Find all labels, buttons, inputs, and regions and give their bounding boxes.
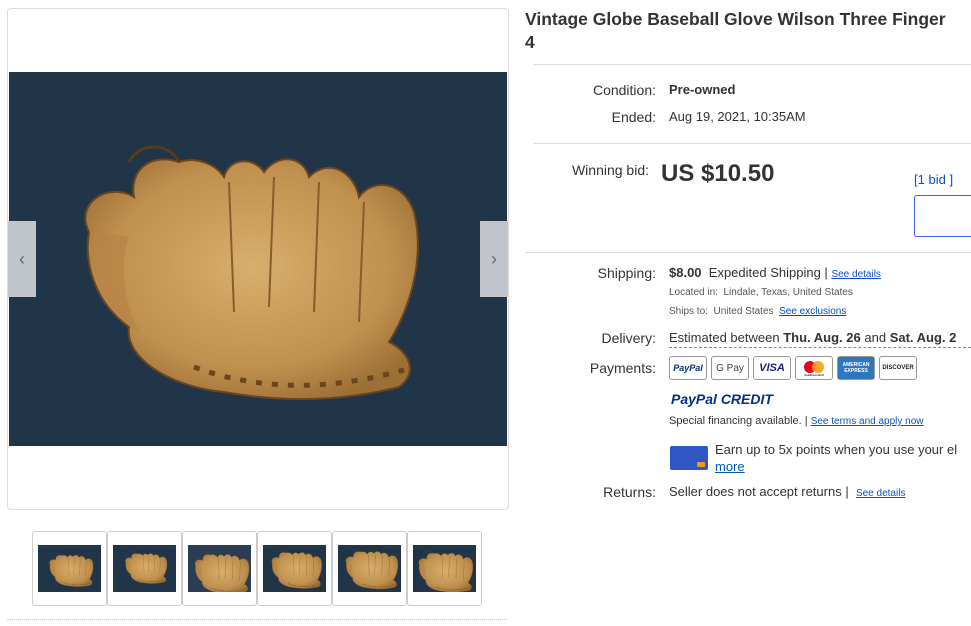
shipping-method: Expedited Shipping | <box>708 265 828 280</box>
paypal-logo: PayPal <box>669 356 707 380</box>
paypal-credit-logo: PayPal CREDIT <box>671 391 773 407</box>
more-link[interactable]: more <box>715 459 745 474</box>
thumbnail-1[interactable] <box>32 531 107 606</box>
see-exclusions-link[interactable]: See exclusions <box>779 306 846 317</box>
mastercard-icon: mastercard <box>804 361 824 377</box>
condition-label: Condition: <box>592 82 656 98</box>
thumbnail-image <box>188 545 251 592</box>
thumbnail-image <box>338 545 401 592</box>
thumbnail-image <box>113 545 176 592</box>
delivery-date-1: Thu. Aug. 26 <box>783 330 861 345</box>
ships-value: United States <box>713 306 774 317</box>
delivery-date-2: Sat. Aug. 2 <box>889 330 957 345</box>
listing-title: Vintage Globe Baseball Glove Wilson Thre… <box>525 8 971 54</box>
returns-value: Seller does not accept returns | <box>669 484 849 499</box>
delivery-estimate: Estimated between Thu. Aug. 26 and Sat. … <box>669 330 971 348</box>
previous-image-button[interactable]: ‹ <box>8 221 36 297</box>
shipping-line: $8.00 Expedited Shipping | See details <box>669 265 881 280</box>
svg-text:mastercard: mastercard <box>804 373 823 377</box>
visa-logo: VISA <box>753 356 791 380</box>
thumbnail-3[interactable] <box>182 531 257 606</box>
thumbnail-2[interactable] <box>107 531 182 606</box>
shipping-price: $8.00 <box>669 265 702 280</box>
divider <box>7 619 507 620</box>
returns-label: Returns: <box>603 484 656 500</box>
thumbnail-image <box>413 545 476 592</box>
delivery-and: and <box>864 330 887 345</box>
action-button[interactable] <box>914 195 971 237</box>
thumbnail-5[interactable] <box>332 531 407 606</box>
gpay-logo: G Pay <box>711 356 749 380</box>
ended-label: Ended: <box>611 109 656 125</box>
title-line-1: Vintage Globe Baseball Glove Wilson Thre… <box>525 9 946 29</box>
thumbnail-6[interactable] <box>407 531 482 606</box>
amex-logo: AMERICAN EXPRESS <box>837 356 875 380</box>
financing-text: Special financing available. <box>669 415 802 427</box>
chevron-left-icon: ‹ <box>19 248 25 269</box>
main-image-viewer[interactable]: ‹ › <box>7 8 509 510</box>
chevron-right-icon: › <box>491 248 497 269</box>
located-value: Lindale, Texas, United States <box>723 287 853 298</box>
delivery-label: Delivery: <box>601 330 656 346</box>
delivery-prefix: Estimated between <box>669 330 780 345</box>
mastercard-logo: mastercard <box>795 356 833 380</box>
ebay-card-icon <box>670 446 708 470</box>
discover-logo: DISCOVER <box>879 356 917 380</box>
points-text: Earn up to 5x points when you use your e… <box>715 442 958 457</box>
thumbnail-image <box>263 545 326 592</box>
winning-bid-label: Winning bid: <box>571 162 649 178</box>
returns-see-details-link[interactable]: See details <box>856 488 905 499</box>
terms-apply-link[interactable]: See terms and apply now <box>811 416 924 427</box>
next-image-button[interactable]: › <box>480 221 508 297</box>
located-in: Located in: Lindale, Texas, United State… <box>669 287 853 298</box>
payments-label: Payments: <box>589 360 656 376</box>
thumbnail-4[interactable] <box>257 531 332 606</box>
ended-value: Aug 19, 2021, 10:35AM <box>669 109 806 124</box>
ships-label: Ships to: <box>669 306 708 317</box>
bid-count-link[interactable]: 1 bid <box>918 172 946 187</box>
glove-photo <box>9 72 507 446</box>
shipping-see-details-link[interactable]: See details <box>831 269 880 280</box>
returns-line: Seller does not accept returns | See det… <box>669 484 905 499</box>
divider <box>533 143 971 144</box>
ships-to: Ships to: United States See exclusions <box>669 306 846 317</box>
located-label: Located in: <box>669 287 718 298</box>
divider <box>533 64 971 65</box>
bid-count-close: ] <box>949 172 954 187</box>
title-line-2: 4 <box>525 32 535 52</box>
thumbnail-image <box>38 545 101 592</box>
bid-count: [1 bid ] <box>914 172 953 187</box>
divider <box>525 252 971 253</box>
condition-value: Pre-owned <box>669 82 736 97</box>
winning-bid-amount: US $10.50 <box>661 160 775 187</box>
financing-line: Special financing available. | See terms… <box>669 415 924 427</box>
shipping-label: Shipping: <box>597 265 656 281</box>
